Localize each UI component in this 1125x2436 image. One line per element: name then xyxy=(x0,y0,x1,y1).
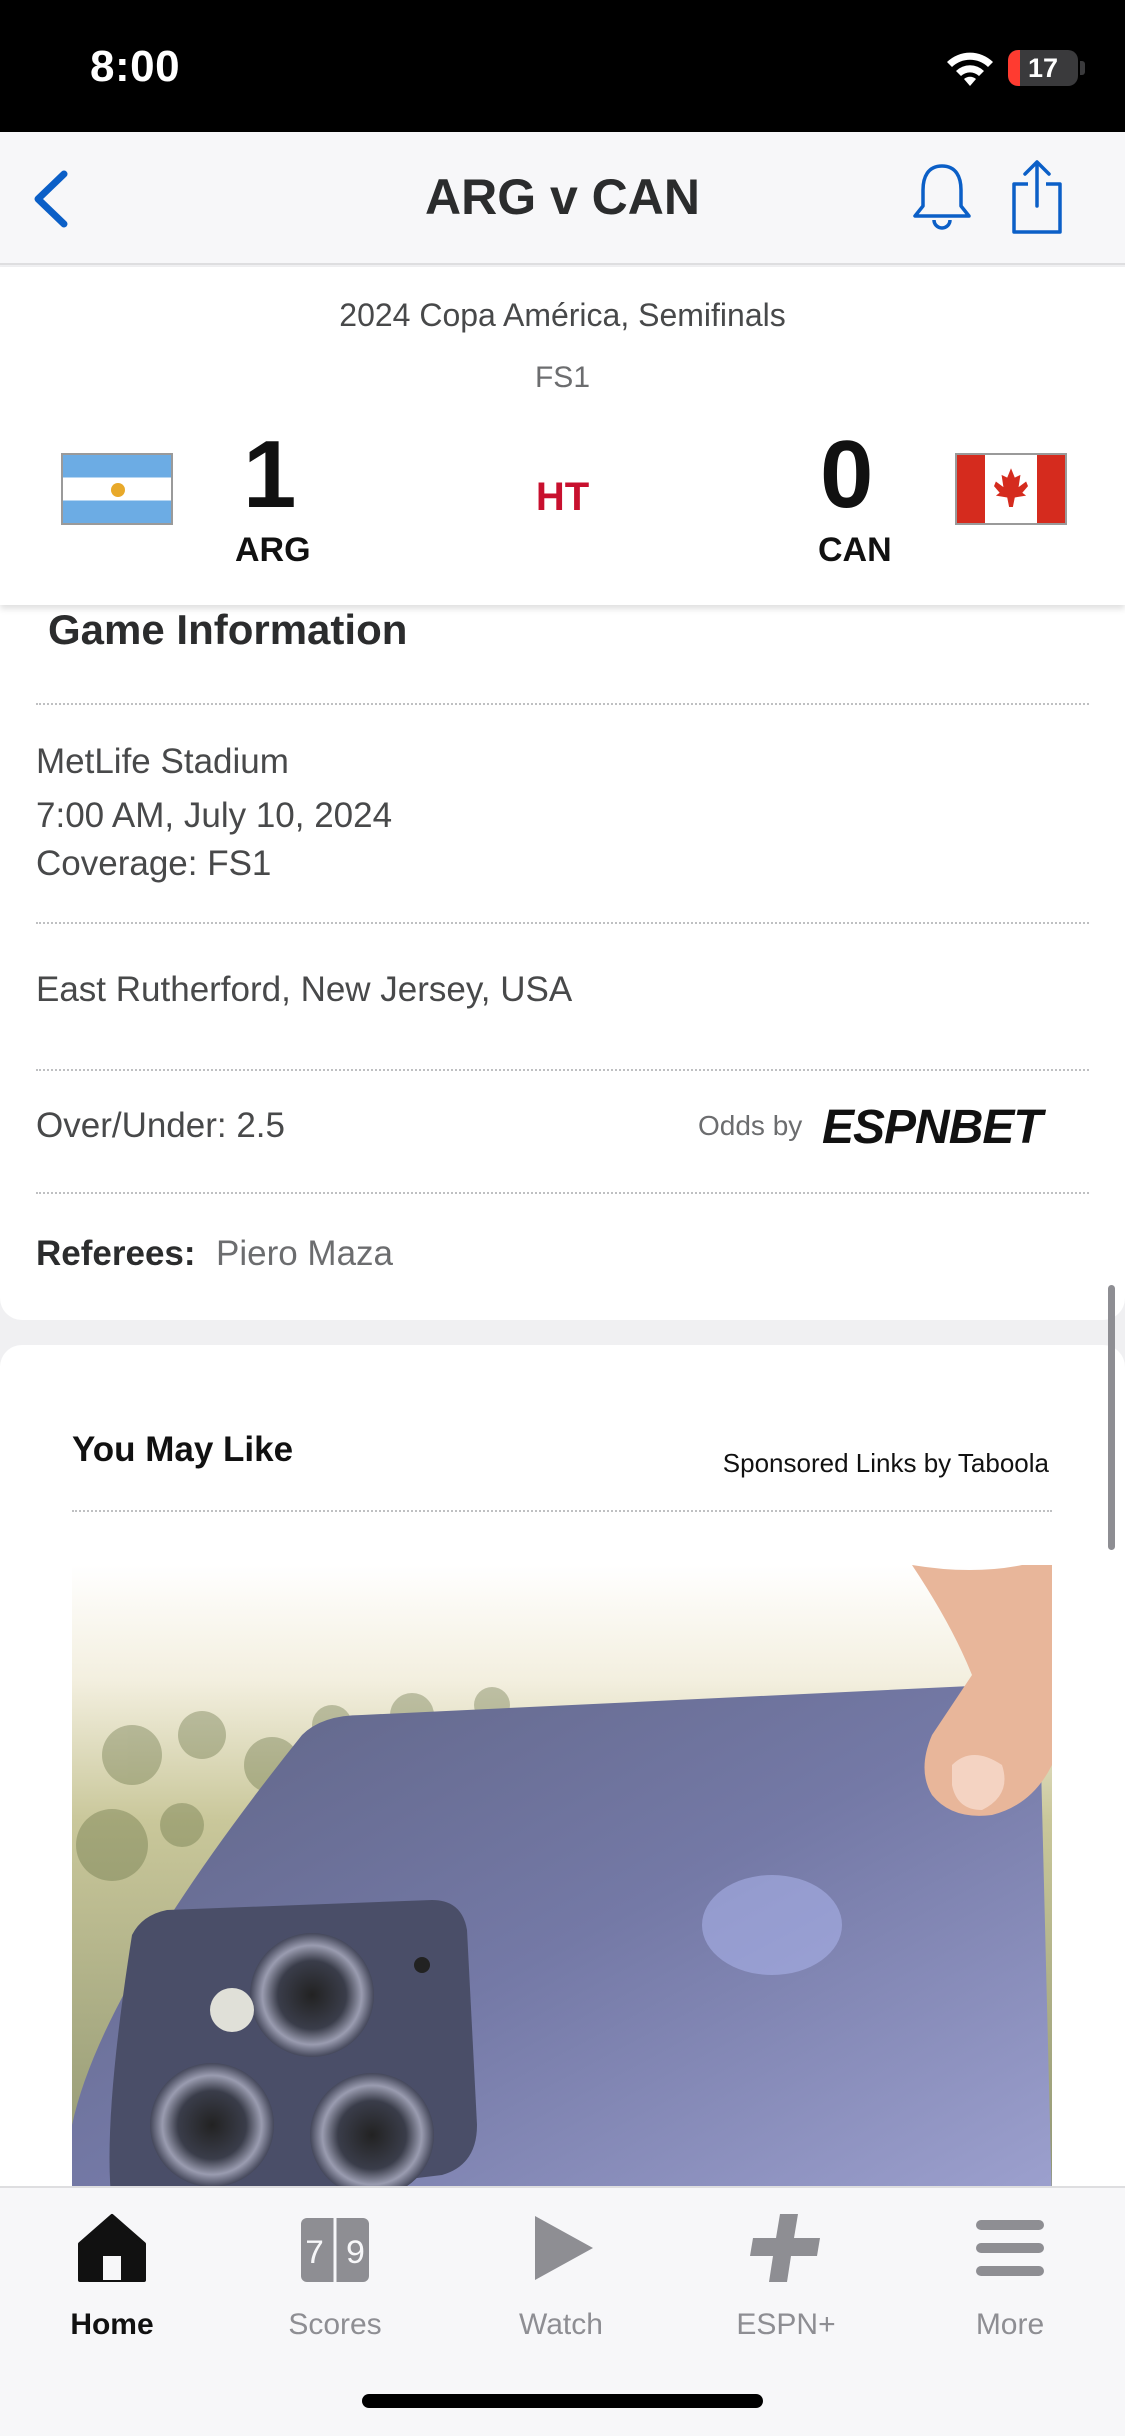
bell-icon[interactable] xyxy=(910,160,974,236)
tab-scores[interactable]: 7|9 Scores xyxy=(245,2208,425,2358)
scores-icon: 7|9 xyxy=(301,2218,369,2282)
tab-label: Scores xyxy=(288,2308,382,2341)
scoreboard: 2024 Copa América, Semifinals FS1 1 ARG … xyxy=(0,267,1125,605)
away-team-abbr[interactable]: CAN xyxy=(818,531,892,570)
referee-name: Piero Maza xyxy=(216,1234,394,1273)
status-time: 8:00 xyxy=(90,42,181,91)
divider xyxy=(36,1069,1089,1071)
referees-label: Referees: xyxy=(36,1234,196,1273)
divider xyxy=(36,703,1089,705)
tab-label: More xyxy=(975,2308,1045,2341)
maple-leaf-icon xyxy=(994,468,1028,507)
venue-location: East Rutherford, New Jersey, USA xyxy=(36,970,573,1009)
home-icon xyxy=(78,2214,146,2282)
home-indicator xyxy=(362,2394,763,2408)
divider xyxy=(36,1192,1089,1194)
event-name: 2024 Copa América, Semifinals xyxy=(339,297,786,333)
tab-watch[interactable]: Watch xyxy=(471,2208,651,2358)
battery-level: 17 xyxy=(1027,53,1059,83)
section-title: Game Information xyxy=(48,606,408,653)
over-under: Over/Under: 2.5 xyxy=(36,1106,285,1145)
venue-name: MetLife Stadium xyxy=(36,742,289,781)
broadcast-network: FS1 xyxy=(534,361,591,394)
sponsored-ad-image[interactable] xyxy=(72,1565,1052,2205)
share-icon[interactable] xyxy=(1008,158,1066,236)
scroll-indicator[interactable] xyxy=(1108,1285,1115,1550)
tab-more[interactable]: More xyxy=(920,2208,1100,2358)
section-title: You May Like xyxy=(72,1430,294,1469)
espn-bet-logo[interactable]: ESPNBET xyxy=(822,1100,1043,1155)
nav-bar: ARG v CAN xyxy=(0,132,1125,265)
tab-home[interactable]: Home xyxy=(22,2208,202,2358)
odds-by-label: Odds by xyxy=(698,1110,803,1141)
divider xyxy=(72,1510,1052,1512)
plus-icon xyxy=(750,2214,820,2282)
battery-cap xyxy=(1080,61,1085,75)
wifi-icon xyxy=(947,52,993,86)
tab-espn-plus[interactable]: ESPN+ xyxy=(696,2208,876,2358)
scores-icon-digits: 7|9 xyxy=(304,2236,365,2274)
tab-label: Watch xyxy=(519,2308,603,2341)
away-score: 0 xyxy=(820,421,874,528)
battery-icon: 17 xyxy=(1008,50,1078,86)
screen: 8:00 17 ARG v CAN 2024 Copa América, Sem… xyxy=(0,0,1125,2436)
canada-flag-icon[interactable] xyxy=(955,453,1067,525)
phone-photo xyxy=(72,1565,1052,2205)
menu-icon xyxy=(976,2220,1044,2276)
status-bar: 8:00 17 xyxy=(0,0,1125,132)
game-datetime: 7:00 AM, July 10, 2024 xyxy=(36,796,393,835)
divider xyxy=(36,922,1089,924)
tab-label: Home xyxy=(70,2308,154,2341)
home-team-abbr[interactable]: ARG xyxy=(235,531,311,570)
sponsored-links-label[interactable]: Sponsored Links by Taboola xyxy=(723,1448,1049,1479)
game-information-card: Game Information MetLife Stadium 7:00 AM… xyxy=(0,580,1125,1320)
coverage-text: Coverage: FS1 xyxy=(36,844,272,883)
play-icon xyxy=(535,2216,593,2280)
tab-label: ESPN+ xyxy=(736,2308,836,2341)
